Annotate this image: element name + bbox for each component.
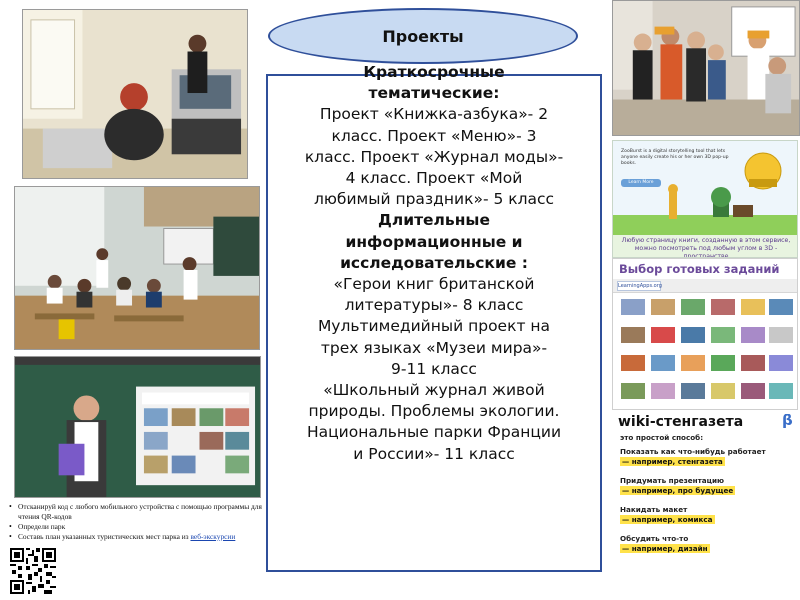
qr-instructions: Отсканируй код с любого мобильного устро… bbox=[8, 502, 264, 542]
photo-group bbox=[612, 0, 800, 136]
long-term-heading-line: информационные и bbox=[345, 232, 523, 251]
project-line: трех языках «Музеи мира»- bbox=[320, 338, 548, 357]
project-line: 4 класс. Проект «Мой bbox=[345, 169, 523, 188]
wiki-use-case: Накидать макет — например, комикса bbox=[620, 505, 715, 524]
project-line: литературы»- 8 класс bbox=[344, 296, 524, 315]
project-line: Проект «Книжка-азбука»- 2 bbox=[319, 105, 549, 124]
beta-badge: β bbox=[782, 414, 793, 429]
instruction-item: Отсканируй код с любого мобильного устро… bbox=[8, 502, 264, 522]
learningapps-logo: LearningApps.org bbox=[617, 281, 662, 291]
project-line: «Герои книг британской bbox=[333, 275, 535, 294]
project-line: 9-11 класс bbox=[391, 359, 477, 378]
wiki-use-case: Обсудить что-то — например, дизайн bbox=[620, 534, 710, 553]
learningapps-screenshot: Выбор готовых заданий LearningApps.org bbox=[612, 258, 798, 410]
short-term-heading-line: тематические: bbox=[368, 84, 500, 103]
page-title: Проекты bbox=[268, 8, 578, 64]
zooburst-caption: Любую страницу книги, созданную в этом с… bbox=[621, 237, 791, 258]
wiki-use-case: Придумать презентацию — например, про бу… bbox=[620, 476, 736, 495]
instruction-item: Определи парк bbox=[8, 522, 264, 532]
projects-list: Краткосрочные тематические: Проект «Книж… bbox=[266, 63, 602, 572]
qr-code bbox=[10, 548, 56, 594]
project-line: Национальные парки Франции bbox=[306, 423, 562, 442]
photo-classroom bbox=[14, 186, 260, 350]
app-thumbnails bbox=[621, 299, 793, 399]
short-term-heading-line: Краткосрочные bbox=[363, 63, 505, 81]
project-line: класс. Проект «Журнал моды»- bbox=[304, 147, 564, 166]
wiki-title: wiki-стенгазета bbox=[618, 414, 744, 430]
project-line: природы. Проблемы экологии. bbox=[308, 402, 560, 421]
photo-computer-lab bbox=[22, 9, 248, 179]
wiki-subtitle: это простой способ: bbox=[620, 433, 704, 442]
photo-presentation bbox=[14, 356, 261, 498]
web-tour-link[interactable]: веб-экскурсии bbox=[190, 532, 235, 541]
project-line: и России»- 11 класс bbox=[353, 444, 515, 463]
zooburst-screenshot: ZooBurst is a digital storytelling tool … bbox=[612, 140, 798, 258]
project-line: любимый праздник»- 5 класс bbox=[313, 190, 555, 209]
learningapps-heading: Выбор готовых заданий bbox=[619, 262, 780, 276]
project-line: «Школьный журнал живой bbox=[323, 381, 545, 400]
long-term-heading-line: Длительные bbox=[378, 211, 490, 230]
project-line: Мультимедийный проект на bbox=[317, 317, 551, 336]
project-line: класс. Проект «Меню»- 3 bbox=[331, 126, 537, 145]
long-term-heading-line: исследовательские : bbox=[340, 253, 528, 272]
wiki-newspaper-panel: wiki-стенгазета β это простой способ: По… bbox=[612, 414, 798, 572]
instruction-item: Составь план указанных туристических мес… bbox=[8, 532, 264, 542]
wiki-use-case: Показать как что-нибудь работает — напри… bbox=[620, 447, 766, 466]
